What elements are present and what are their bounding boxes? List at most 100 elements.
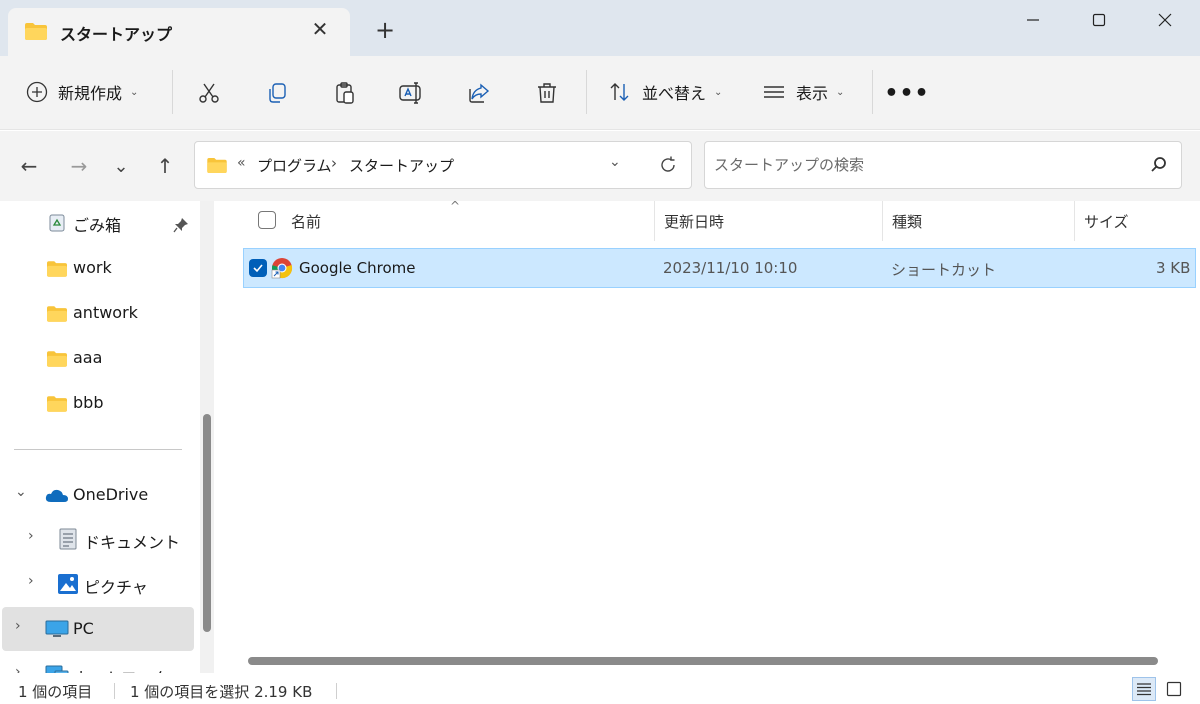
paste-button[interactable]: [328, 76, 362, 110]
rename-button[interactable]: [394, 76, 428, 110]
sort-label: 並べ替え: [642, 84, 707, 103]
more-options-button[interactable]: •••: [884, 76, 928, 110]
chevron-down-icon[interactable]: ⌄: [15, 484, 27, 500]
minimize-button[interactable]: [998, 0, 1068, 40]
sidebar-divider: [14, 449, 182, 450]
column-header-name[interactable]: 名前: [291, 211, 321, 232]
address-bar[interactable]: « プログラム › スタートアップ ⌄: [194, 141, 692, 189]
sidebar-item-onedrive[interactable]: ⌄ OneDrive: [0, 473, 196, 517]
chevron-down-icon[interactable]: ⌄: [609, 154, 621, 170]
horizontal-scrollbar[interactable]: [226, 653, 1196, 669]
network-icon: [45, 665, 69, 673]
chevron-right-icon[interactable]: ›: [15, 664, 21, 673]
chevron-down-icon: ⌄: [836, 86, 845, 98]
sidebar-scrollbar[interactable]: [200, 201, 214, 673]
column-divider[interactable]: [654, 201, 655, 241]
navigation-pane: ごみ箱 work antwork aaa bbb ⌄ OneDrive › ドキ…: [0, 201, 218, 673]
view-label: 表示: [796, 84, 829, 103]
breadcrumb-programs[interactable]: プログラム: [257, 155, 332, 176]
selection-info: 1 個の項目を選択 2.19 KB: [130, 683, 313, 701]
sidebar-item-network[interactable]: › ネットワーク: [0, 653, 196, 673]
search-icon[interactable]: [1149, 155, 1169, 175]
scrollbar-thumb[interactable]: [203, 414, 211, 632]
pictures-icon: [58, 574, 78, 594]
sidebar-item-documents[interactable]: › ドキュメント: [0, 517, 196, 561]
share-button[interactable]: [462, 76, 496, 110]
chevron-down-icon: ⌄: [130, 86, 139, 98]
select-all-checkbox[interactable]: [258, 211, 276, 229]
close-icon: [1158, 13, 1172, 27]
tab-close-icon[interactable]: ✕: [308, 17, 332, 41]
row-checkbox[interactable]: [249, 259, 267, 277]
details-view-button[interactable]: [1132, 677, 1156, 701]
details-view-icon: [1137, 683, 1151, 696]
status-divider: [114, 683, 115, 699]
file-type: ショートカット: [891, 261, 997, 279]
recycle-bin-icon: [49, 214, 65, 232]
chevron-down-icon: ⌄: [714, 86, 723, 98]
forward-button[interactable]: →: [64, 151, 94, 181]
sidebar-item-label: PC: [73, 619, 94, 638]
column-header-modified[interactable]: 更新日時: [664, 211, 724, 232]
new-label: 新規作成: [58, 84, 123, 103]
sidebar-item-pc[interactable]: › PC: [2, 607, 194, 651]
sidebar-item-bbb[interactable]: bbb: [0, 381, 196, 425]
copy-button[interactable]: [260, 76, 294, 110]
sort-button[interactable]: 並べ替え ⌄: [608, 72, 722, 112]
breadcrumb-startup[interactable]: スタートアップ: [349, 155, 454, 176]
sidebar-item-label: ネットワーク: [73, 665, 169, 673]
search-box[interactable]: [704, 141, 1182, 189]
column-header-type[interactable]: 種類: [892, 211, 922, 232]
column-divider[interactable]: [1074, 201, 1075, 241]
sidebar-item-label: bbb: [73, 393, 104, 412]
maximize-button[interactable]: [1064, 0, 1134, 40]
breadcrumb-separator[interactable]: ›: [331, 154, 337, 172]
sidebar-item-aaa[interactable]: aaa: [0, 336, 196, 380]
back-button[interactable]: ←: [14, 151, 44, 181]
view-list-icon: [764, 86, 784, 98]
file-name: Google Chrome: [299, 259, 416, 277]
onedrive-icon: [45, 489, 68, 502]
file-modified: 2023/11/10 10:10: [663, 259, 798, 277]
up-button[interactable]: ↑: [150, 151, 180, 181]
view-button[interactable]: 表示 ⌄: [762, 72, 844, 112]
cut-button[interactable]: [192, 76, 226, 110]
status-divider: [336, 683, 337, 699]
close-window-button[interactable]: [1130, 0, 1200, 40]
table-row[interactable]: Google Chrome 2023/11/10 10:10 ショートカット 3…: [243, 248, 1196, 288]
refresh-button[interactable]: [655, 152, 681, 178]
sidebar-item-recycle-bin[interactable]: ごみ箱: [0, 201, 196, 245]
sort-ascending-icon: ^: [450, 199, 461, 213]
new-tab-button[interactable]: +: [372, 17, 398, 43]
pin-icon[interactable]: [173, 217, 189, 233]
chevron-right-icon[interactable]: ›: [28, 573, 34, 589]
command-bar: 新規作成 ⌄ 並べ替え ⌄ 表示 ⌄ •••: [0, 56, 1200, 130]
item-count: 1 個の項目: [18, 683, 93, 701]
recent-locations-button[interactable]: ⌄: [106, 151, 136, 181]
chevron-right-icon[interactable]: ›: [15, 618, 21, 634]
chevron-right-icon[interactable]: ›: [28, 528, 34, 544]
sidebar-item-antwork[interactable]: antwork: [0, 291, 196, 335]
pc-icon: [45, 620, 69, 637]
share-icon: [469, 83, 490, 103]
new-button[interactable]: 新規作成 ⌄: [26, 72, 138, 112]
tiles-view-button[interactable]: [1162, 677, 1186, 701]
sidebar-item-label: work: [73, 258, 112, 277]
checkmark-icon: [253, 264, 263, 273]
folder-icon: [47, 351, 67, 367]
documents-icon: [59, 528, 77, 550]
tab-startup[interactable]: スタートアップ ✕: [8, 8, 350, 56]
delete-button[interactable]: [530, 76, 564, 110]
column-divider[interactable]: [882, 201, 883, 241]
maximize-icon: [1092, 13, 1106, 27]
search-input[interactable]: [714, 154, 1114, 176]
add-circle-icon: [26, 81, 48, 103]
refresh-icon: [661, 156, 675, 172]
column-header-size[interactable]: サイズ: [1084, 211, 1129, 232]
title-bar: スタートアップ ✕ +: [0, 0, 1200, 56]
sidebar-item-label: ピクチャ: [84, 578, 148, 597]
sidebar-item-pictures[interactable]: › ピクチャ: [0, 562, 196, 606]
sidebar-item-work[interactable]: work: [0, 246, 196, 290]
scrollbar-thumb[interactable]: [248, 657, 1158, 665]
overflow-icon[interactable]: «: [237, 155, 246, 171]
